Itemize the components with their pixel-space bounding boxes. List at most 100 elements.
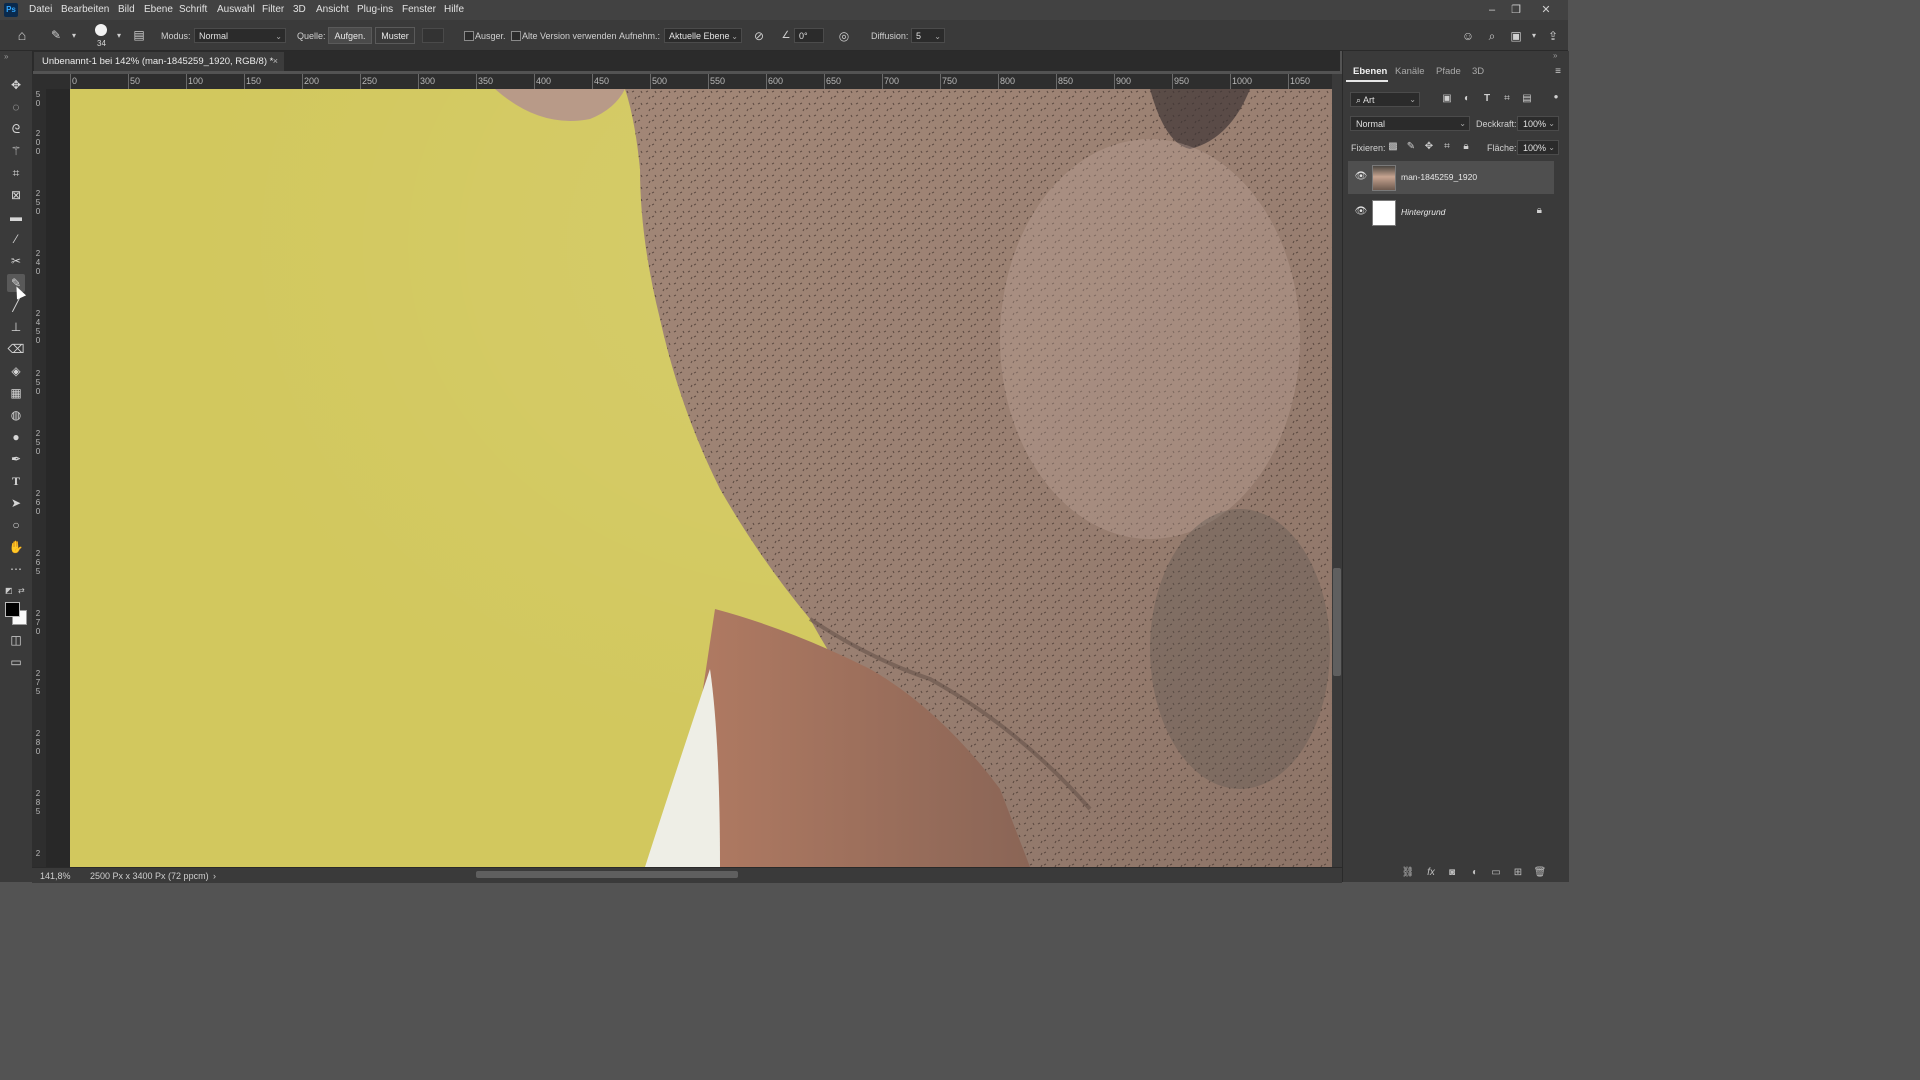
clone-stamp-tool-icon[interactable]: ⊥	[7, 318, 25, 336]
pressure-size-icon[interactable]: ◎	[836, 28, 852, 44]
fill-input[interactable]: 100% ⌄	[1517, 140, 1559, 155]
delete-layer-icon[interactable]: 🗑︎	[1533, 866, 1547, 880]
link-layers-icon[interactable]: ⛓	[1401, 866, 1415, 880]
sample-select[interactable]: Aktuelle Ebene ⌄	[664, 28, 742, 43]
move-tool-icon[interactable]: ✥	[7, 76, 25, 94]
visibility-eye-icon[interactable]: 👁︎	[1354, 206, 1368, 218]
type-tool-icon[interactable]: T	[7, 472, 25, 490]
legacy-checkbox[interactable]	[511, 31, 521, 41]
lock-pixels-icon[interactable]: ✎	[1404, 140, 1418, 154]
menu-ebene[interactable]: Ebene	[144, 4, 173, 15]
menu-auswahl[interactable]: Auswahl	[217, 4, 255, 15]
menu-schrift[interactable]: Schrift	[179, 4, 207, 15]
tab-kanaele[interactable]: Kanäle	[1395, 66, 1425, 77]
filter-pixel-icon[interactable]: ▣	[1440, 92, 1454, 106]
collapse-panel-icon[interactable]: »	[1553, 51, 1557, 60]
aligned-checkbox[interactable]	[464, 31, 474, 41]
ignore-adjustment-icon[interactable]: ⊘	[751, 28, 767, 44]
menu-fenster[interactable]: Fenster	[402, 4, 436, 15]
panel-menu-icon[interactable]: ≡	[1551, 65, 1565, 79]
brush-settings-icon[interactable]: ▤	[131, 27, 147, 43]
filter-toggle-icon[interactable]: ●	[1549, 90, 1563, 104]
filter-shape-icon[interactable]: ⌗	[1500, 92, 1514, 106]
eraser-tool-icon[interactable]: ⌫	[7, 340, 25, 358]
filter-smart-object-icon[interactable]: ▤	[1520, 92, 1534, 106]
layer-filter-select[interactable]: ⌕ Art ⌄	[1350, 92, 1420, 107]
layer-name[interactable]: Hintergrund	[1401, 207, 1445, 217]
frame-tool-icon[interactable]: ⊠	[7, 186, 25, 204]
healing-brush-tool-icon[interactable]: ✎	[48, 27, 64, 43]
default-colors-icon[interactable]: ◩	[5, 586, 13, 595]
hand-tool-icon[interactable]: ✋	[7, 538, 25, 556]
tab-pfade[interactable]: Pfade	[1436, 66, 1461, 77]
layer-lock-icon[interactable]: 🔒︎	[1537, 205, 1542, 216]
tab-ebenen[interactable]: Ebenen	[1353, 66, 1387, 77]
new-layer-icon[interactable]: ⊞	[1511, 866, 1525, 880]
lock-transparency-icon[interactable]: ▩	[1386, 140, 1400, 154]
menu-bearbeiten[interactable]: Bearbeiten	[61, 4, 109, 15]
menu-ansicht[interactable]: Ansicht	[316, 4, 349, 15]
menu-datei[interactable]: Datei	[29, 4, 52, 15]
brush-preview-icon[interactable]	[95, 24, 107, 36]
status-menu-arrow-icon[interactable]: ›	[213, 871, 216, 881]
close-tab-icon[interactable]: ×	[273, 52, 278, 71]
tool-preset-chevron-icon[interactable]: ▾	[66, 28, 82, 44]
new-group-icon[interactable]: ▭	[1489, 866, 1503, 880]
visibility-eye-icon[interactable]: 👁︎	[1354, 171, 1368, 183]
brush-picker-chevron-icon[interactable]: ▾	[111, 28, 127, 44]
search-icon[interactable]: ⌕	[1484, 28, 1500, 44]
lasso-tool-icon[interactable]: ᘓ	[7, 120, 25, 138]
eyedropper-tool-icon[interactable]: ⁄	[7, 230, 25, 248]
close-window-button[interactable]: ✕	[1538, 2, 1554, 18]
vertical-scroll-thumb[interactable]	[1333, 568, 1341, 676]
blend-mode-select[interactable]: Normal ⌄	[1350, 116, 1470, 131]
magic-wand-tool-icon[interactable]: ⚚	[7, 142, 25, 160]
layer-style-fx-icon[interactable]: fx	[1424, 866, 1438, 880]
minimize-button[interactable]: –	[1484, 2, 1500, 18]
pen-tool-icon[interactable]: ✒	[7, 450, 25, 468]
quick-mask-icon[interactable]: ◫	[7, 631, 25, 649]
menu-hilfe[interactable]: Hilfe	[444, 4, 464, 15]
angle-input[interactable]: 0°	[794, 28, 824, 43]
gradient-tool-icon[interactable]: ▦	[7, 384, 25, 402]
layer-name[interactable]: man-1845259_1920	[1401, 172, 1477, 182]
filter-type-icon[interactable]: T	[1480, 92, 1494, 106]
more-tools-icon[interactable]: ⋯	[7, 560, 25, 578]
source-pattern-button[interactable]: Muster	[375, 27, 415, 44]
add-mask-icon[interactable]: ◙	[1445, 866, 1459, 880]
ellipse-tool-icon[interactable]: ○	[7, 516, 25, 534]
swap-colors-icon[interactable]: ⇄	[18, 586, 25, 595]
tab-3d[interactable]: 3D	[1472, 66, 1484, 77]
vertical-scrollbar[interactable]	[1332, 74, 1342, 867]
opacity-input[interactable]: 100% ⌄	[1517, 116, 1559, 131]
restore-button[interactable]: ❐	[1508, 2, 1524, 18]
share-icon[interactable]: ⇪	[1545, 28, 1561, 44]
menu-3d[interactable]: 3D	[293, 4, 306, 15]
workspace-chevron-icon[interactable]: ▾	[1526, 28, 1542, 44]
blur-tool-icon[interactable]: ◍	[7, 406, 25, 424]
menu-filter[interactable]: Filter	[262, 4, 284, 15]
home-icon[interactable]: ⌂	[14, 27, 30, 43]
diffusion-select[interactable]: 5 ⌄	[911, 28, 945, 43]
document-tab[interactable]: Unbenannt-1 bei 142% (man-1845259_1920, …	[34, 52, 284, 71]
lock-artboard-icon[interactable]: ⌗	[1440, 140, 1454, 154]
screen-mode-icon[interactable]: ▭	[7, 653, 25, 671]
horizontal-scroll-thumb[interactable]	[476, 871, 738, 878]
filter-adjustment-icon[interactable]: ◐	[1460, 92, 1474, 106]
layer-row[interactable]: 👁︎ Hintergrund 🔒︎	[1348, 196, 1554, 229]
document-canvas[interactable]	[70, 89, 1332, 867]
workspace-icon[interactable]: ▣	[1508, 28, 1524, 44]
crop-tool-icon[interactable]: ⌗	[7, 164, 25, 182]
lock-position-icon[interactable]: ✥	[1422, 140, 1436, 154]
zoom-level[interactable]: 141,8%	[40, 871, 71, 881]
marquee-tool-icon[interactable]: ◌	[7, 98, 25, 116]
paint-bucket-tool-icon[interactable]: ◈	[7, 362, 25, 380]
content-aware-tool-icon[interactable]: ✂	[7, 252, 25, 270]
menu-plugins[interactable]: Plug-ins	[357, 4, 393, 15]
mode-select[interactable]: Normal ⌄	[194, 28, 286, 43]
pattern-picker[interactable]	[422, 28, 444, 43]
collapse-toolbar-icon[interactable]: »	[4, 52, 8, 61]
path-selection-tool-icon[interactable]: ➤	[7, 494, 25, 512]
adjustment-layer-icon[interactable]: ◐	[1468, 866, 1482, 880]
dodge-tool-icon[interactable]: ●	[7, 428, 25, 446]
